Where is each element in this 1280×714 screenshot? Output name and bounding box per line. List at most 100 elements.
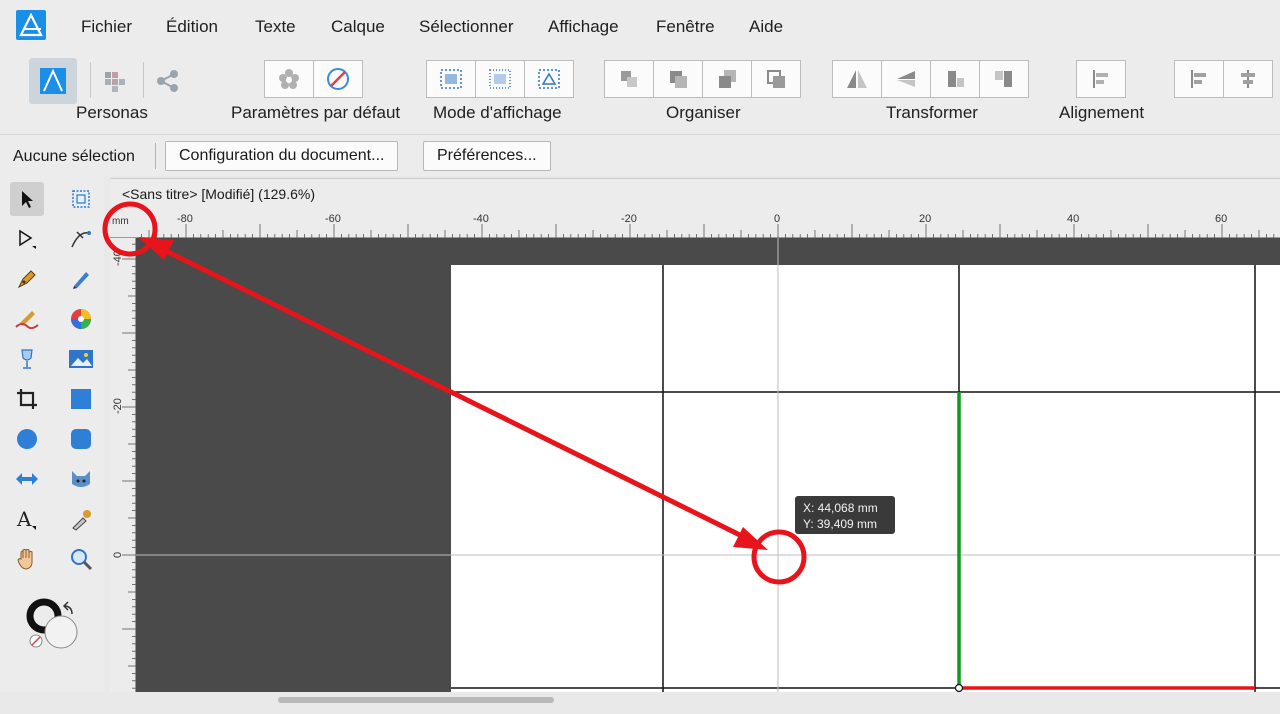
move-forward-one-icon [719,70,736,88]
menu-affichage[interactable]: Affichage [548,17,619,37]
rectangle-icon [71,389,91,409]
pencil-tool[interactable] [64,262,98,296]
selection-status: Aucune sélection [13,148,135,165]
pen-tool[interactable] [10,262,44,296]
pen-nib-icon [17,270,36,289]
artboard-tool[interactable] [64,182,98,216]
document-tab[interactable]: <Sans titre> [Modifié] (129.6%) [110,178,1280,208]
menu-texte[interactable]: Texte [255,17,296,37]
horizontal-scrollbar[interactable] [0,692,1280,714]
point-transform-tool[interactable] [64,222,98,256]
align-center-icon [1241,70,1255,88]
transparency-tool[interactable] [10,342,44,376]
eyedropper-icon [72,510,91,531]
vector-brush-tool[interactable] [10,302,44,336]
cat-icon [72,471,90,487]
node-tool[interactable] [10,222,44,256]
menu-fichier[interactable]: Fichier [81,17,132,37]
toolbar-divider [143,62,144,98]
cat-shape-tool[interactable] [64,462,98,496]
fill-stroke-swatch[interactable] [24,596,84,654]
horizontal-scrollbar-thumb[interactable] [278,697,554,703]
flower-defaults-icon [279,69,299,89]
ruler-unit-label: mm [112,216,129,227]
move-back-one-button[interactable] [653,60,703,98]
rotate-left-icon [948,71,964,87]
artistic-text-tool[interactable]: A [10,502,44,536]
rotate-left-button[interactable] [930,60,980,98]
export-persona-button[interactable] [150,64,186,98]
flip-vertical-button[interactable] [881,60,931,98]
rotate-right-button[interactable] [979,60,1029,98]
vertical-ruler[interactable] [110,238,136,692]
text-a-icon: A [16,507,36,531]
rounded-rectangle-icon [71,429,91,449]
swap-colors-icon [62,601,73,615]
rotate-right-icon [995,71,1012,87]
point-transform-icon [71,231,91,248]
document-title: <Sans titre> [Modifié] (129.6%) [122,186,315,202]
image-icon [69,350,93,368]
color-wheel-icon [71,309,91,329]
crop-icon [17,389,37,409]
menu-bar: Fichier Édition Texte Calque Sélectionne… [0,0,1280,54]
pixel-persona-icon [105,72,125,92]
alignment-button[interactable] [1076,60,1126,98]
align-left-button[interactable] [1174,60,1224,98]
move-to-front-button[interactable] [751,60,801,98]
context-divider [155,143,156,169]
menu-selectionner[interactable]: Sélectionner [419,17,514,37]
flip-vertical-icon [897,71,915,87]
magnifier-icon [71,549,93,571]
node-arrow-icon [19,229,36,249]
origin-node [954,683,964,692]
context-toolbar: Aucune sélection Configuration du docume… [0,134,1280,176]
outline-view-icon [538,69,560,89]
ellipse-tool[interactable] [10,422,44,456]
defaults-label: Paramètres par défaut [231,103,401,122]
move-forward-one-button[interactable] [702,60,752,98]
tools-panel: A [0,176,104,696]
view-mode-retina-button[interactable] [475,60,525,98]
document-setup-button[interactable]: Configuration du document... [165,141,399,171]
ellipse-icon [17,429,37,449]
x-coordinate-readout: X: 44,068 mm [803,501,878,515]
alignment-label: Alignement [1059,103,1145,122]
align-left-edges-icon [1191,70,1206,88]
pixel-persona-button[interactable] [97,64,133,98]
menu-calque[interactable]: Calque [331,17,385,37]
view-mode-pixels-button[interactable] [426,60,476,98]
menu-aide[interactable]: Aide [749,17,783,37]
y-coordinate-readout: Y: 39,409 mm [803,517,878,531]
vector-brush-icon [15,311,39,330]
move-tool[interactable] [10,182,44,216]
color-picker-tool[interactable] [64,502,98,536]
preferences-button[interactable]: Préférences... [423,141,551,171]
menu-fenetre[interactable]: Fenêtre [656,17,715,37]
view-mode-outline-button[interactable] [524,60,574,98]
revert-defaults-button[interactable] [313,60,363,98]
place-image-tool[interactable] [64,342,98,376]
document-canvas[interactable] [136,238,1280,692]
affinity-designer-logo-icon[interactable] [16,10,46,40]
move-to-back-button[interactable] [604,60,654,98]
wine-glass-icon [21,349,33,369]
svg-text:A: A [16,507,32,531]
flip-horizontal-button[interactable] [832,60,882,98]
sync-defaults-button[interactable] [264,60,314,98]
align-center-button[interactable] [1223,60,1273,98]
double-arrow-tool[interactable] [10,462,44,496]
designer-persona-button[interactable] [29,58,77,104]
rounded-rectangle-tool[interactable] [64,422,98,456]
coordinate-tooltip: X: 44,068 mm Y: 39,409 mm [795,496,895,534]
fill-tool[interactable] [64,302,98,336]
pixel-grid-icon [440,69,462,89]
crop-tool[interactable] [10,382,44,416]
zoom-tool[interactable] [64,542,98,576]
pencil-icon [73,272,89,289]
horizontal-ruler[interactable] [110,208,1280,238]
menu-edition[interactable]: Édition [166,17,218,37]
rectangle-tool[interactable] [64,382,98,416]
view-tool[interactable] [10,542,44,576]
move-to-front-icon [767,70,785,88]
